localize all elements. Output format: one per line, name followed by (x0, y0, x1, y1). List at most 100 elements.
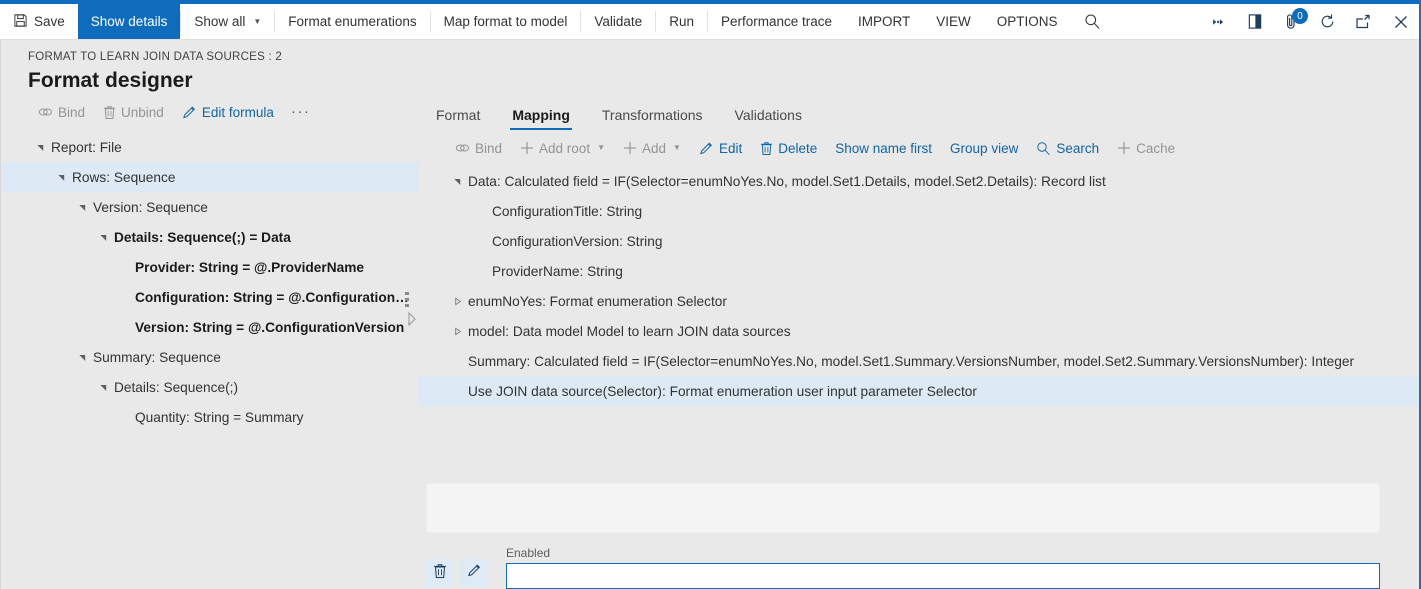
attachments-badge: 0 (1292, 8, 1308, 24)
format-tree-node-label: Summary: Sequence (93, 350, 221, 365)
mapping-tree-node[interactable]: ConfigurationVersion: String (418, 226, 1420, 256)
collapse-twisty-icon[interactable] (92, 233, 114, 242)
mapping-tree-node[interactable]: ProviderName: String (418, 256, 1420, 286)
collapse-twisty-icon[interactable] (29, 143, 51, 152)
format-panel: Bind Unbind (1, 96, 418, 589)
collapse-twisty-icon[interactable] (71, 203, 93, 212)
mapping-tree-node-label: Summary: Calculated field = IF(Selector=… (468, 354, 1354, 369)
pencil-icon (467, 563, 482, 583)
group-view-button[interactable]: Group view (941, 138, 1027, 159)
enabled-input[interactable] (506, 563, 1380, 589)
import-menu-label: IMPORT (858, 14, 910, 29)
unbind-button[interactable]: Unbind (94, 102, 173, 123)
view-menu[interactable]: VIEW (923, 4, 984, 39)
search-icon (1036, 141, 1051, 156)
format-tree-node[interactable]: Version: String = @.ConfigurationVersion (1, 312, 418, 342)
format-tree-node[interactable]: Summary: Sequence (1, 342, 418, 372)
unbind-label: Unbind (121, 105, 164, 120)
mapping-node-name: Use JOIN data source(Selector): Format e… (468, 384, 977, 399)
tab-label: Transformations (602, 107, 703, 123)
popout-icon (1354, 14, 1372, 30)
panel-collapse-toggle[interactable] (406, 308, 418, 330)
mapping-tree-node[interactable]: Data: Calculated field = IF(Selector=enu… (418, 166, 1420, 196)
link-share-button[interactable] (1201, 4, 1237, 39)
popout-button[interactable] (1345, 4, 1381, 39)
format-enumerations-button[interactable]: Format enumerations (275, 4, 429, 39)
format-tree[interactable]: Report: File Rows: SequenceVersion: Seque… (1, 128, 418, 589)
detail-edit-button[interactable] (460, 559, 488, 587)
run-button[interactable]: Run (656, 4, 707, 39)
mapping-search-button[interactable]: Search (1027, 138, 1108, 159)
search-button[interactable] (1071, 4, 1115, 39)
chevron-down-icon: ▼ (253, 18, 261, 26)
mapping-node-name: enumNoYes: Format enumeration Selector (468, 294, 727, 309)
show-all-button[interactable]: Show all ▼ (181, 4, 274, 39)
format-tree-node-label: Version: String = @.ConfigurationVersion (135, 320, 404, 335)
tab-format[interactable]: Format (420, 106, 496, 132)
collapse-twisty-icon[interactable] (50, 173, 72, 182)
tab-validations[interactable]: Validations (719, 106, 818, 132)
more-options-icon[interactable]: ··· (283, 102, 319, 122)
options-menu[interactable]: OPTIONS (984, 4, 1071, 39)
attachments-button[interactable]: 0 (1273, 4, 1309, 39)
import-menu[interactable]: IMPORT (845, 4, 923, 39)
format-tree-node[interactable]: Configuration: String = @.ConfigurationT… (1, 282, 418, 312)
add-root-button[interactable]: Add root▼ (511, 138, 614, 159)
expand-twisty-icon[interactable] (446, 327, 468, 336)
validate-button[interactable]: Validate (581, 4, 655, 39)
tab-label: Format (436, 107, 480, 123)
mapping-tree-node[interactable]: enumNoYes: Format enumeration Selector (418, 286, 1420, 316)
expand-twisty-icon[interactable] (446, 297, 468, 306)
format-tree-node[interactable]: Quantity: String = Summary (1, 402, 418, 432)
open-in-new-window-button[interactable] (1237, 4, 1273, 39)
format-tree-node[interactable]: Version: Sequence (1, 192, 418, 222)
tab-bar: Format Mapping Transformations Validations (418, 96, 1420, 132)
mapping-tree-node[interactable]: ConfigurationTitle: String (418, 196, 1420, 226)
tab-transformations[interactable]: Transformations (586, 106, 719, 132)
mapping-tree-node[interactable]: model: Data model Model to learn JOIN da… (418, 316, 1420, 346)
format-tree-node-label: Report: File (51, 140, 122, 155)
format-tree-node[interactable]: Details: Sequence(;) = Data (1, 222, 418, 252)
mapping-node-name: ConfigurationTitle: String (492, 204, 642, 219)
format-tree-node[interactable]: Report: File (1, 132, 418, 162)
map-format-to-model-button[interactable]: Map format to model (431, 4, 581, 39)
search-icon (1084, 13, 1101, 30)
performance-trace-button[interactable]: Performance trace (708, 4, 845, 39)
bind-link-icon (455, 142, 470, 154)
delete-button[interactable]: Delete (751, 138, 826, 159)
tab-mapping[interactable]: Mapping (496, 106, 586, 132)
mapping-panel: FormatMappingTransformationsValidations … (418, 96, 1420, 589)
show-name-first-button[interactable]: Show name first (826, 138, 941, 159)
edit-formula-button[interactable]: Edit formula (173, 102, 283, 123)
show-details-button[interactable]: Show details (78, 4, 181, 39)
collapse-twisty-icon[interactable] (71, 353, 93, 362)
detail-form: Enabled (426, 533, 1380, 589)
page-title: Format designer (28, 66, 1420, 96)
mapping-toolbar-label: Delete (778, 141, 817, 156)
close-button[interactable] (1381, 4, 1421, 39)
add-button[interactable]: Add▼ (614, 138, 690, 159)
breadcrumb: FORMAT TO LEARN JOIN DATA SOURCES : 2 (28, 50, 1420, 65)
mapping-tree-node[interactable]: Use JOIN data source(Selector): Format e… (418, 376, 1420, 406)
format-tree-node-label: Quantity: String = Summary (135, 410, 304, 425)
refresh-button[interactable] (1309, 4, 1345, 39)
collapse-twisty-icon[interactable] (446, 177, 468, 186)
collapse-twisty-icon[interactable] (92, 383, 114, 392)
detail-delete-button[interactable] (426, 559, 454, 587)
mapping-tree-node[interactable]: Summary: Calculated field = IF(Selector=… (418, 346, 1420, 376)
mapping-tree[interactable]: Data: Calculated field = IF(Selector=enu… (418, 164, 1420, 475)
format-tree-node[interactable]: Rows: Sequence (1, 162, 418, 192)
format-tree-node[interactable]: Details: Sequence(;) (1, 372, 418, 402)
panel-resize-handle[interactable] (405, 292, 409, 307)
mapping-bind-button[interactable]: Bind (446, 138, 511, 159)
show-all-label: Show all (194, 14, 245, 29)
bind-button[interactable]: Bind (29, 102, 94, 123)
save-button[interactable]: Save (0, 4, 78, 39)
page-container: FORMAT TO LEARN JOIN DATA SOURCES : 2 Fo… (0, 40, 1421, 589)
refresh-icon (1319, 13, 1336, 30)
cache-button[interactable]: Cache (1108, 138, 1184, 159)
format-tree-node-label: Details: Sequence(;) (114, 380, 238, 395)
save-icon (13, 13, 28, 31)
edit-button[interactable]: Edit (690, 138, 751, 159)
format-tree-node[interactable]: Provider: String = @.ProviderName (1, 252, 418, 282)
